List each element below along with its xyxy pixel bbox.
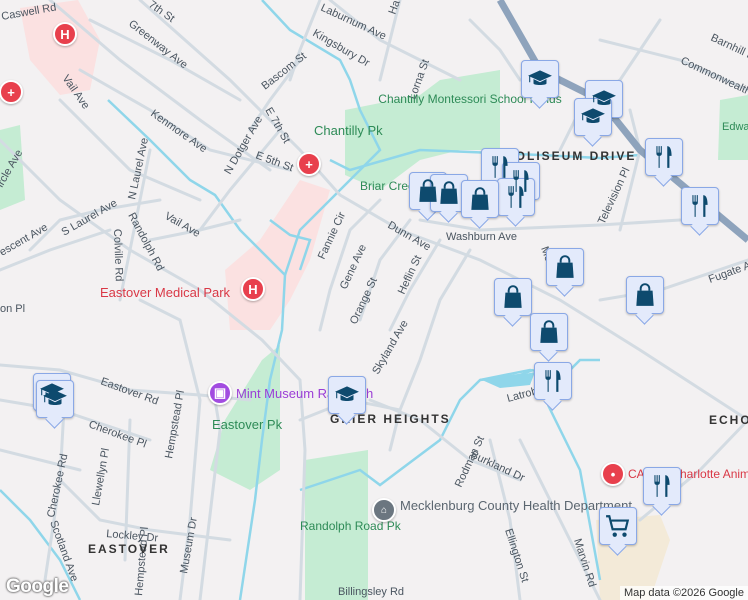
street-label: N Dotger Ave — [222, 114, 265, 176]
restaurant-marker[interactable] — [534, 362, 572, 400]
shopping-bag-icon — [632, 282, 658, 308]
shopping-bag-marker[interactable] — [461, 180, 499, 218]
street-label: Greenway Ave — [126, 18, 190, 71]
street-label: Burkland Dr — [469, 449, 527, 485]
hospital-icon[interactable]: H — [53, 22, 77, 46]
shopping-bag-marker[interactable] — [626, 276, 664, 314]
street-label: Bascom St — [259, 50, 308, 92]
school-icon — [580, 104, 606, 130]
restaurant-icon — [649, 473, 675, 499]
medical-clinic-icon[interactable]: + — [0, 80, 23, 104]
restaurant-icon — [651, 144, 677, 170]
hospital-icon[interactable]: H — [241, 277, 265, 301]
restaurant-marker[interactable] — [645, 138, 683, 176]
medical-label: Eastover Medical Park — [100, 285, 231, 300]
street-label: Llewellyn Pl — [90, 447, 112, 506]
neighborhood-label: COLISEUM DRIVE — [505, 149, 636, 163]
school-icon — [334, 382, 360, 408]
street-label: Museum Dr — [178, 516, 200, 574]
park-label: Edwards Branch Greenway — [722, 121, 748, 133]
map-attribution[interactable]: Map data ©2026 Google — [619, 586, 748, 600]
street-label: E 5th St — [254, 150, 295, 175]
restaurant-marker[interactable] — [681, 187, 719, 225]
grocery-cart-icon — [605, 513, 631, 539]
neighborhood-label: ECHO — [709, 413, 748, 427]
school-marker[interactable] — [36, 380, 74, 418]
park-label: Chantilly Pk — [314, 123, 383, 138]
grocery-cart-marker[interactable] — [599, 507, 637, 545]
restaurant-icon — [540, 368, 566, 394]
school-marker[interactable] — [328, 376, 366, 414]
street-label: Colville Rd — [111, 229, 125, 282]
school-marker[interactable] — [521, 60, 559, 98]
government-label: Mecklenburg County Health Department — [400, 498, 632, 513]
street-label: 7th St — [146, 0, 176, 25]
school-icon — [527, 66, 553, 92]
map-view: Caswell Rd 7th St Greenway Ave Bascom St… — [0, 0, 748, 600]
map-pin-icon[interactable]: • — [601, 462, 625, 486]
restaurant-icon — [503, 184, 529, 210]
park-label: Eastover Pk — [212, 417, 283, 432]
street-label: Orange St — [348, 276, 380, 327]
shopping-bag-icon — [467, 186, 493, 212]
google-logo: Google — [6, 576, 69, 597]
street-label: Hempstead Pl — [163, 389, 187, 459]
school-icon — [42, 386, 68, 412]
restaurant-icon — [687, 193, 713, 219]
street-label: Barnhill Dr — [709, 32, 748, 65]
street-label: on Pl — [0, 303, 25, 315]
street-label: Washburn Ave — [446, 231, 517, 243]
street-label: Ha — [387, 0, 403, 16]
medical-clinic-icon[interactable]: + — [297, 152, 321, 176]
street-label: Dunn Ave — [386, 219, 433, 253]
shopping-bag-marker[interactable] — [546, 248, 584, 286]
shopping-bag-icon — [500, 284, 526, 310]
shopping-bag-icon — [552, 254, 578, 280]
street-label: Cherokee Pl — [87, 419, 148, 451]
shopping-bag-icon — [536, 319, 562, 345]
government-building-icon[interactable]: ⌂ — [372, 498, 396, 522]
street-label: E 7th St — [262, 106, 292, 146]
museum-icon[interactable]: ▣ — [208, 381, 232, 405]
shopping-bag-marker[interactable] — [494, 278, 532, 316]
restaurant-marker[interactable] — [643, 467, 681, 505]
neighborhood-label: EASTOVER — [88, 542, 170, 556]
street-label: Billingsley Rd — [338, 586, 404, 598]
shopping-bag-marker[interactable] — [530, 313, 568, 351]
shopping-bag-icon — [436, 180, 462, 206]
